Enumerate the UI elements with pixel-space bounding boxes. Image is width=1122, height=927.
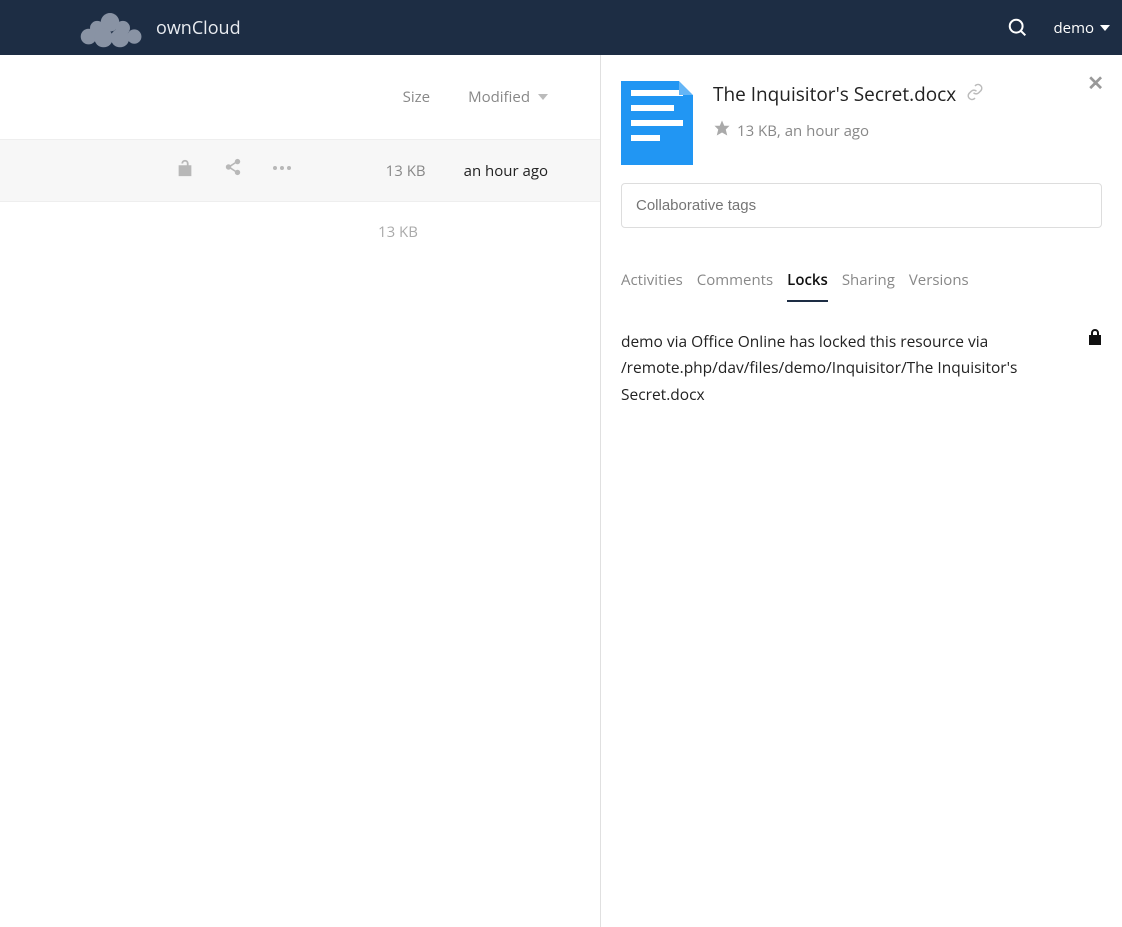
lock-open-icon[interactable] [176, 158, 194, 183]
close-icon[interactable]: ✕ [1087, 69, 1104, 96]
lock-message: demo via Office Online has locked this r… [621, 328, 1074, 407]
main-area: Size Modified 13 KB an hour ago [0, 55, 1122, 927]
file-modified: an hour ago [464, 161, 548, 181]
user-menu[interactable]: demo [1053, 18, 1110, 38]
permalink-icon[interactable] [966, 83, 984, 106]
file-size: 13 KB [386, 161, 426, 181]
caret-down-icon [1100, 23, 1110, 33]
details-pane: ✕ The Inquisitor's Secret.docx [601, 55, 1122, 927]
tab-sharing[interactable]: Sharing [842, 270, 895, 302]
header-modified[interactable]: Modified [468, 87, 548, 107]
star-icon[interactable] [713, 119, 731, 142]
tab-locks[interactable]: Locks [787, 270, 828, 302]
tab-versions[interactable]: Versions [909, 270, 969, 302]
share-icon[interactable] [224, 158, 242, 183]
header-size[interactable]: Size [403, 87, 430, 107]
file-meta-text: 13 KB, an hour ago [737, 121, 869, 141]
top-bar: ownCloud demo [0, 0, 1122, 55]
lock-entry: demo via Office Online has locked this r… [621, 328, 1102, 407]
summary-size: 13 KB [0, 222, 548, 242]
lock-icon[interactable] [1088, 328, 1102, 351]
user-name: demo [1053, 18, 1094, 38]
file-list-header: Size Modified [0, 55, 600, 140]
tab-activities[interactable]: Activities [621, 270, 683, 302]
tags-input[interactable] [621, 183, 1102, 228]
more-icon[interactable] [272, 158, 292, 183]
document-thumbnail [621, 81, 693, 165]
file-row-actions [176, 158, 292, 183]
file-row[interactable]: 13 KB an hour ago [0, 140, 600, 202]
logo-area[interactable]: ownCloud [0, 8, 241, 48]
header-modified-label: Modified [468, 87, 530, 107]
tab-comments[interactable]: Comments [697, 270, 773, 302]
sort-caret-icon [538, 92, 548, 102]
top-right-controls: demo [1007, 17, 1110, 39]
owncloud-logo [74, 8, 146, 48]
detail-tabs: Activities Comments Locks Sharing Versio… [621, 270, 1102, 302]
file-meta: 13 KB, an hour ago [713, 119, 984, 142]
brand-name: ownCloud [156, 16, 241, 40]
search-icon[interactable] [1007, 17, 1029, 39]
detail-header: The Inquisitor's Secret.docx 13 KB, an h… [621, 75, 1102, 165]
file-name: The Inquisitor's Secret.docx [713, 81, 956, 107]
list-summary: 13 KB [0, 202, 600, 242]
file-list-pane: Size Modified 13 KB an hour ago [0, 55, 601, 927]
